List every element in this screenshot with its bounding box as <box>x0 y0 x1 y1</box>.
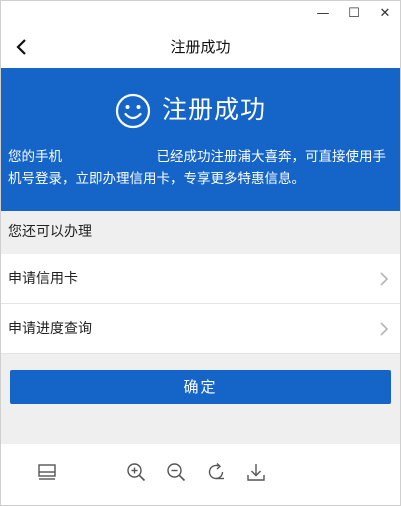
section-title: 您还可以办理 <box>8 224 92 240</box>
rotate-icon[interactable] <box>204 460 228 484</box>
zoom-out-icon[interactable] <box>164 460 188 484</box>
minimize-icon: — <box>316 5 330 21</box>
viewer-toolbar <box>0 444 401 506</box>
chevron-right-icon <box>380 272 389 286</box>
nav-bar: 注册成功 <box>0 26 401 68</box>
layout-icon[interactable] <box>35 460 59 484</box>
close-button[interactable]: ✕ <box>369 0 401 26</box>
menu-item-application-progress[interactable]: 申请进度查询 <box>0 305 401 354</box>
chevron-left-icon <box>16 39 26 55</box>
maximize-icon: ☐ <box>348 5 360 21</box>
back-button[interactable] <box>4 26 38 68</box>
page-title: 注册成功 <box>170 38 231 56</box>
minimize-button[interactable]: — <box>307 0 339 26</box>
confirm-button[interactable]: 确定 <box>10 370 391 404</box>
banner-message: 您的手机 已经成功注册浦大喜奔，可直接使用手机号登录，立即办理信用卡，专享更多特… <box>8 149 386 187</box>
smiley-icon <box>115 93 151 129</box>
close-icon: ✕ <box>379 5 391 21</box>
download-icon[interactable] <box>244 460 268 484</box>
menu-item-label: 申请进度查询 <box>8 321 92 337</box>
chevron-right-icon <box>380 322 389 336</box>
section-header: 您还可以办理 <box>0 211 401 254</box>
menu-item-apply-credit-card[interactable]: 申请信用卡 <box>0 255 401 304</box>
window-titlebar: — ☐ ✕ <box>0 0 401 26</box>
zoom-in-icon[interactable] <box>124 460 148 484</box>
menu-item-label: 申请信用卡 <box>8 271 78 287</box>
maximize-button[interactable]: ☐ <box>338 0 370 26</box>
banner-title: 注册成功 <box>162 95 267 124</box>
